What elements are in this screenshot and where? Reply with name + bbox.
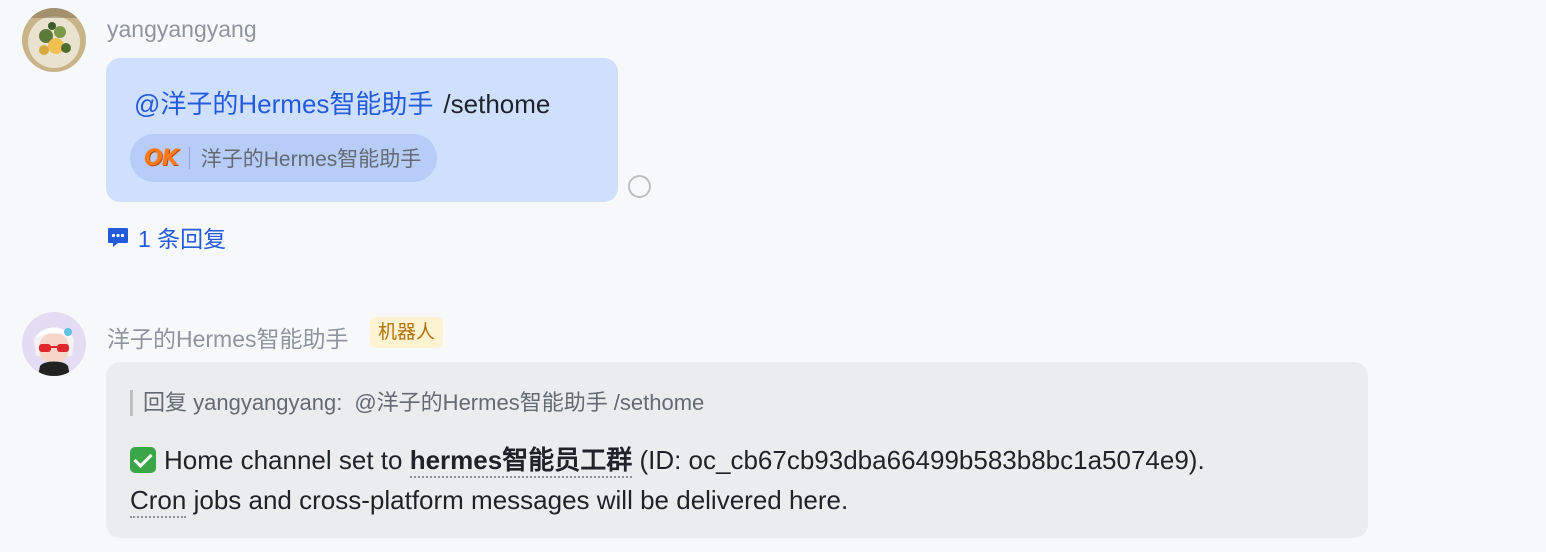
thread-replies-label: 1 条回复 [138,226,227,252]
check-mark-icon [130,447,156,473]
quoted-message[interactable]: 回复 yangyangyang: @洋子的Hermes智能助手 /sethome [130,390,704,416]
sender-name[interactable]: yangyangyang [107,16,257,43]
command-text: /sethome [443,89,551,119]
avatar-hermes-bot[interactable] [22,312,86,376]
reply-text: Home channel set to hermes智能员工群 (ID: oc_… [130,440,1350,520]
channel-name-link[interactable]: hermes智能员工群 [409,445,633,478]
reaction-divider [188,147,190,169]
bot-badge: 机器人 [370,317,444,348]
ok-emoji-icon: OK [144,145,179,171]
reply-part2: (ID: oc_cb67cb93dba66499b583b8bc1a5074e9… [639,445,1205,475]
chat-bubble-dots-icon [108,228,128,247]
message-bubble-reply[interactable]: 回复 yangyangyang: @洋子的Hermes智能助手 /sethome … [106,362,1368,538]
reply-part3: jobs and cross-platform messages will be… [193,485,849,515]
cron-term-link[interactable]: Cron [130,485,187,518]
read-status-icon[interactable] [628,175,651,198]
reply-part1: Home channel set to [164,445,403,475]
message-text: @洋子的Hermes智能助手/sethome [134,84,550,121]
reaction-user: 洋子的Hermes智能助手 [200,148,422,171]
avatar-cartoon-character [22,312,86,376]
sender-name-bot[interactable]: 洋子的Hermes智能助手 [107,320,349,354]
message-bubble-sethome[interactable]: @洋子的Hermes智能助手/sethome OK 洋子的Hermes智能助手 [106,58,618,202]
thread-replies-link[interactable]: 1 条回复 [106,220,226,254]
quote-prefix: 回复 yangyangyang: [143,390,343,415]
avatar-yangyangyang[interactable] [22,8,86,72]
quote-content: @洋子的Hermes智能助手 /sethome [354,390,705,415]
reaction-ok[interactable]: OK 洋子的Hermes智能助手 [130,134,438,182]
avatar-food-photo [22,8,86,72]
mention-link[interactable]: @洋子的Hermes智能助手 [134,89,433,119]
